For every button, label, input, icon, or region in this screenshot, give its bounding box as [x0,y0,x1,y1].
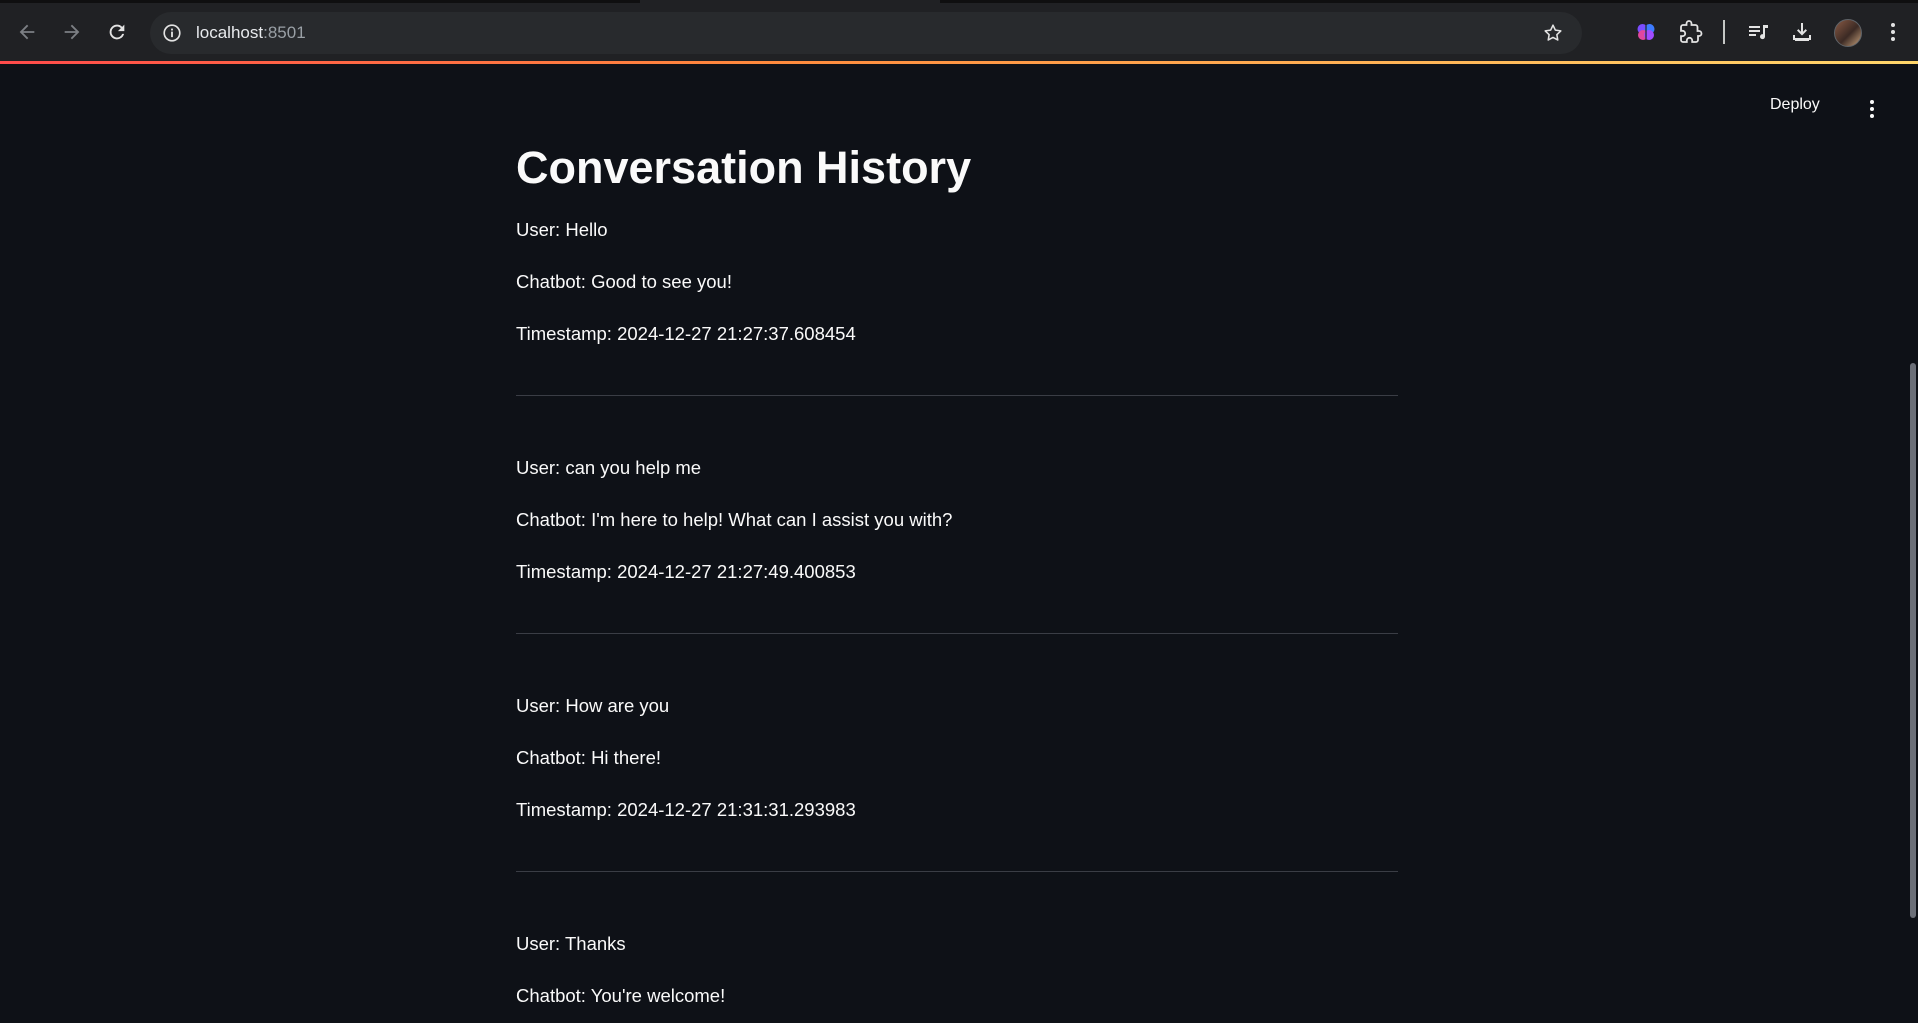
profile-avatar[interactable] [1834,19,1862,47]
back-arrow-icon [19,24,35,40]
browser-toolbar: localhost:8501 [0,0,1918,63]
chatbot-message: Chatbot: You're welcome! [516,985,726,1006]
reload-button[interactable] [99,14,135,50]
media-queue-icon[interactable] [1744,18,1772,46]
divider [516,395,1398,396]
timestamp: Timestamp: 2024-12-27 21:27:49.400853 [516,561,856,582]
toolbar-divider [1723,20,1725,44]
user-message: User: Thanks [516,933,626,954]
chatbot-message: Chatbot: Hi there! [516,747,661,768]
divider [516,871,1398,872]
tab-strip [0,0,1918,3]
scrollbar-thumb[interactable] [1910,363,1916,918]
address-bar[interactable]: localhost:8501 [150,12,1582,54]
page-title: Conversation History [516,142,972,193]
chatbot-message: Chatbot: Good to see you! [516,271,732,292]
deploy-button[interactable]: Deploy [1770,96,1820,114]
user-message: User: Hello [516,219,608,240]
bookmark-star-icon[interactable] [1542,22,1564,44]
url-text[interactable]: localhost:8501 [196,23,306,43]
puzzle-extensions-icon[interactable] [1677,18,1705,46]
timestamp: Timestamp: 2024-12-27 21:31:31.293983 [516,799,856,820]
timestamp: Timestamp: 2024-12-27 21:27:37.608454 [516,323,856,344]
main-menu-button[interactable] [1862,94,1882,124]
site-info-icon[interactable] [161,22,183,44]
kebab-menu-icon[interactable] [1879,18,1907,46]
reload-icon [109,24,125,40]
download-icon[interactable] [1788,18,1816,46]
user-message: User: can you help me [516,457,702,478]
url-host: localhost [196,23,264,42]
page-scrollbar[interactable] [1908,63,1918,1023]
url-port: :8501 [263,23,306,42]
user-message: User: How are you [516,695,670,716]
divider [516,633,1398,634]
chatbot-message: Chatbot: I'm here to help! What can I as… [516,509,953,530]
forward-arrow-icon [64,24,80,40]
brain-extension-icon[interactable] [1632,18,1660,46]
main-content: Conversation History User: Hello Chatbot… [516,63,1398,1023]
forward-button[interactable] [54,14,90,50]
back-button[interactable] [9,14,45,50]
